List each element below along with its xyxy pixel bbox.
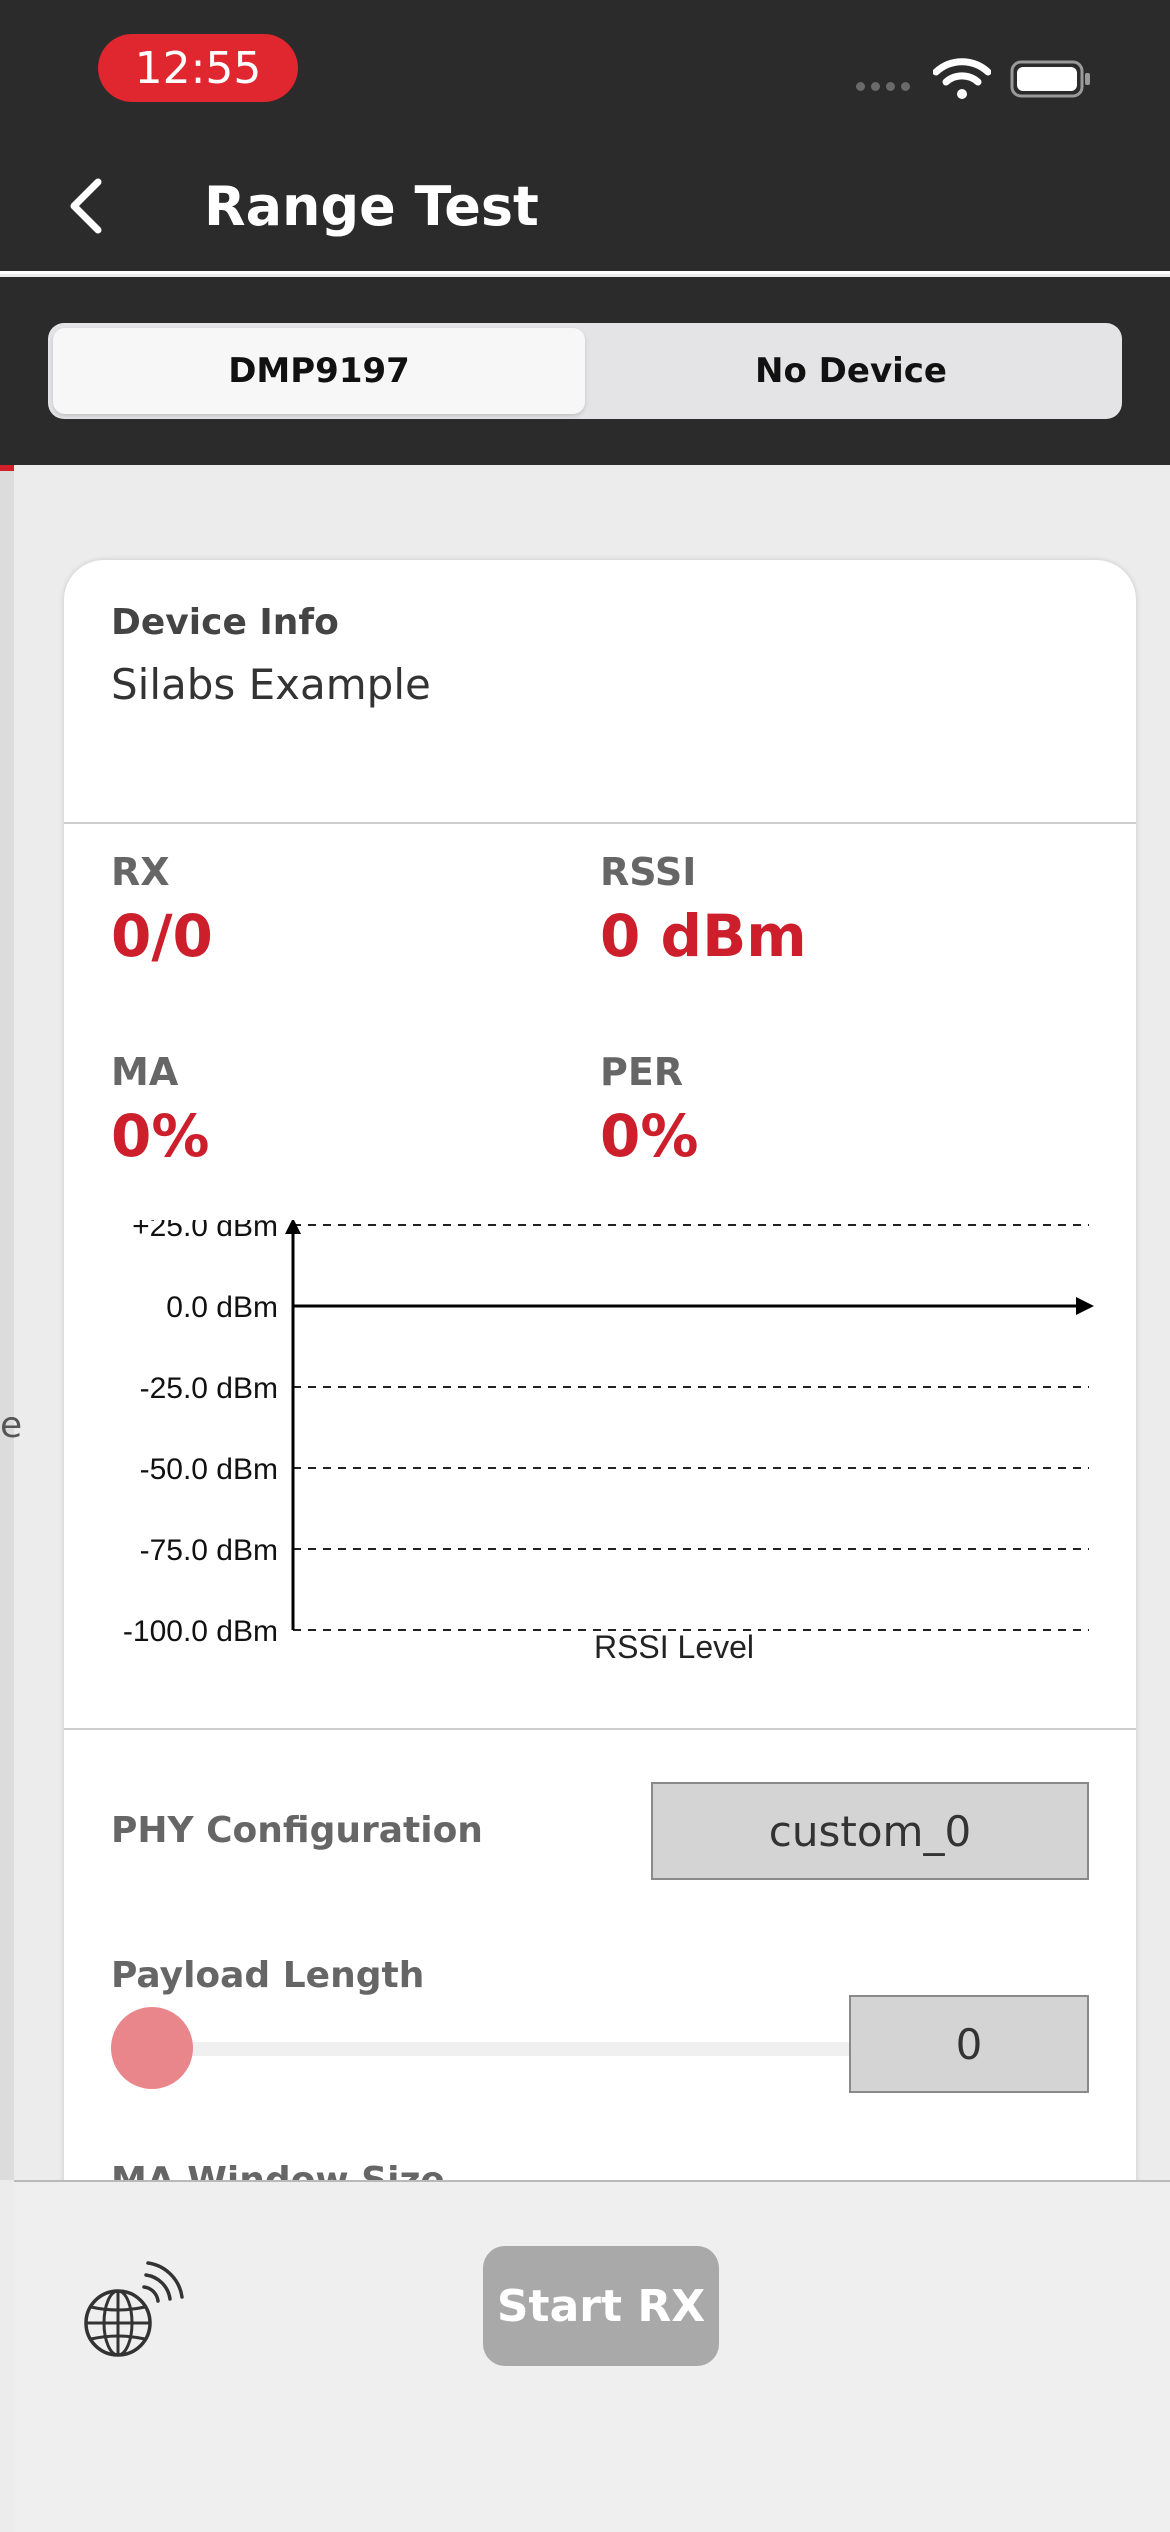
globe-signal-icon[interactable]	[74, 2257, 184, 2367]
phy-config-select[interactable]: custom_0	[651, 1782, 1089, 1880]
per-label: PER	[600, 1050, 684, 1094]
rx-label: RX	[111, 850, 170, 894]
segment-dmp9197[interactable]: DMP9197	[53, 328, 585, 414]
y-axis-arrow	[285, 1220, 301, 1234]
chart-y-tick-label: -100.0 dBm	[123, 1615, 278, 1648]
side-panel-edge	[0, 465, 14, 2180]
status-bar: 12:55	[0, 0, 1170, 140]
range-test-card: Device Info Silabs Example RX 0/0 RSSI 0…	[64, 560, 1136, 2180]
chart-x-label: RSSI Level	[594, 1629, 754, 1665]
rssi-label: RSSI	[600, 850, 697, 894]
ma-window-size-label: MA Window Size	[111, 2160, 445, 2180]
divider	[64, 1728, 1136, 1730]
start-rx-button[interactable]: Start RX	[483, 2246, 719, 2366]
device-segmented-control: DMP9197 No Device	[48, 323, 1122, 419]
cellular-signal-icon	[856, 82, 916, 94]
payload-slider-thumb[interactable]	[111, 2007, 193, 2089]
device-info-value: Silabs Example	[111, 660, 431, 709]
wifi-icon	[933, 58, 991, 99]
device-info-label: Device Info	[111, 602, 339, 643]
chart-y-tick-label: 0.0 dBm	[166, 1291, 278, 1324]
side-panel-edge-text: e	[0, 1405, 23, 1446]
payload-length-label: Payload Length	[111, 1955, 425, 1996]
x-axis-arrow	[1076, 1297, 1094, 1315]
phy-config-label: PHY Configuration	[111, 1810, 483, 1851]
chevron-left-icon[interactable]	[62, 176, 112, 236]
status-time: 12:55	[98, 34, 298, 102]
chart-y-tick-label: -75.0 dBm	[140, 1534, 278, 1567]
per-value: 0%	[600, 1102, 699, 1170]
ma-value: 0%	[111, 1102, 210, 1170]
bottom-bar: Start RX	[14, 2180, 1170, 2532]
ma-label: MA	[111, 1050, 179, 1094]
payload-slider-track[interactable]	[174, 2042, 864, 2056]
chart-y-tick-label: -25.0 dBm	[140, 1372, 278, 1405]
battery-icon	[1010, 60, 1090, 98]
rssi-value: 0 dBm	[600, 902, 807, 970]
rssi-chart: +25.0 dBm 0.0 dBm -25.0 dBm -50.0 dBm -75.0 …	[123, 1220, 1094, 1665]
divider	[64, 822, 1136, 824]
page-title: Range Test	[204, 175, 539, 238]
main-content[interactable]: e Device Info Silabs Example RX 0/0 RSSI…	[0, 465, 1170, 2180]
payload-length-field[interactable]: 0	[849, 1995, 1089, 2093]
rx-value: 0/0	[111, 902, 213, 970]
chart-y-tick-label: -50.0 dBm	[140, 1453, 278, 1486]
chart-y-tick-label: +25.0 dBm	[132, 1220, 278, 1243]
segment-no-device[interactable]: No Device	[585, 328, 1117, 414]
device-selector-area: DMP9197 No Device	[0, 277, 1170, 465]
accent-marker	[0, 465, 14, 471]
nav-bar: Range Test	[0, 140, 1170, 274]
